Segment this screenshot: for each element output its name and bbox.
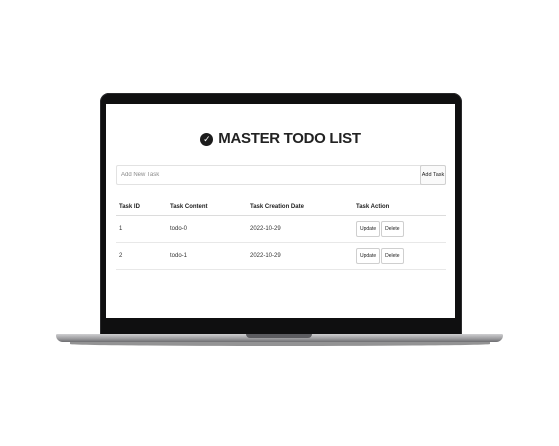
laptop-base-notch <box>246 334 312 338</box>
page-title: ✓ MASTER TODO LIST <box>106 130 455 147</box>
laptop-mockup: ✓ MASTER TODO LIST Add Task Task ID Task … <box>0 0 559 446</box>
check-circle-icon: ✓ <box>200 133 214 146</box>
task-date-cell: 2022-10-29 <box>247 242 353 270</box>
laptop-base-shadow <box>70 342 490 346</box>
header-task-content: Task Content <box>167 199 247 216</box>
add-task-button[interactable]: Add Task <box>420 165 446 185</box>
table-row: 2 todo-1 2022-10-29 Update Delete <box>116 242 446 270</box>
laptop-screen: ✓ MASTER TODO LIST Add Task Task ID Task … <box>106 104 455 318</box>
task-action-cell: Update Delete <box>353 242 446 270</box>
header-task-id: Task ID <box>116 199 167 216</box>
delete-button[interactable]: Delete <box>381 221 404 237</box>
table-row: 1 todo-0 2022-10-29 Update Delete <box>116 215 446 243</box>
task-id-cell: 1 <box>116 215 167 243</box>
task-action-cell: Update Delete <box>353 215 446 243</box>
update-button[interactable]: Update <box>356 248 381 264</box>
header-task-action: Task Action <box>353 199 446 216</box>
add-task-form: Add Task <box>116 165 446 185</box>
update-button[interactable]: Update <box>356 221 381 237</box>
page-title-text: MASTER TODO LIST <box>218 130 361 147</box>
header-task-creation-date: Task Creation Date <box>247 199 353 216</box>
delete-button[interactable]: Delete <box>381 248 404 264</box>
task-id-cell: 2 <box>116 242 167 270</box>
task-content-cell: todo-0 <box>167 215 247 243</box>
task-content-cell: todo-1 <box>167 242 247 270</box>
task-date-cell: 2022-10-29 <box>247 215 353 243</box>
laptop-lid: ✓ MASTER TODO LIST Add Task Task ID Task … <box>100 93 462 336</box>
new-task-input[interactable] <box>116 165 427 185</box>
table-header-row: Task ID Task Content Task Creation Date … <box>116 199 446 216</box>
task-table: Task ID Task Content Task Creation Date … <box>116 199 446 270</box>
